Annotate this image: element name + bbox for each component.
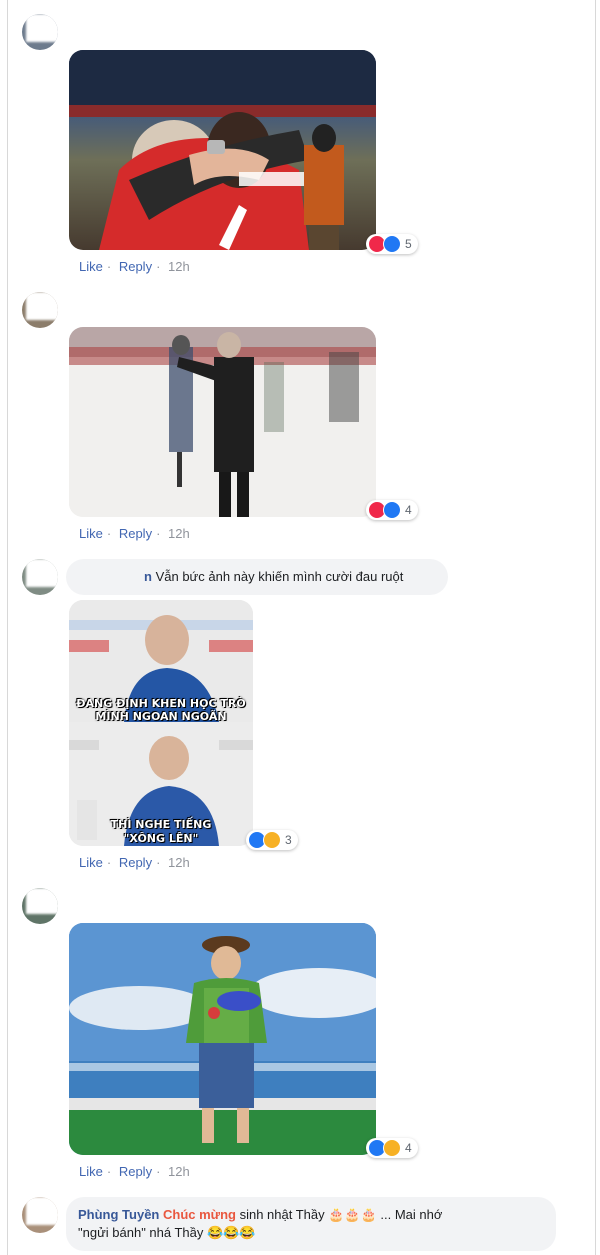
separator-dot: · — [156, 526, 161, 541]
haha-icon — [383, 1139, 401, 1157]
reaction-summary[interactable]: 5 — [366, 234, 418, 254]
avatar[interactable] — [22, 559, 58, 595]
separator-dot: · — [106, 259, 112, 274]
meme-illustration — [69, 600, 253, 846]
frame-border-right — [595, 0, 596, 1255]
separator-dot: · — [156, 1164, 161, 1179]
reaction-summary[interactable]: 3 — [246, 830, 298, 850]
photo-snow-illustration — [69, 327, 376, 517]
avatar[interactable] — [22, 292, 58, 328]
like-icon — [383, 235, 401, 253]
comment-actions: Like · Reply · 12h — [79, 1164, 194, 1179]
avatar[interactable] — [22, 14, 58, 50]
reaction-summary[interactable]: 4 — [366, 500, 418, 520]
separator-dot: · — [106, 855, 112, 870]
comment-photo[interactable] — [69, 327, 376, 517]
author-name[interactable]: n — [144, 569, 152, 584]
author-name-blurred — [78, 570, 144, 585]
comment-text-line-2: "ngửi bánh" nhá Thầy 😂😂😂 — [78, 1225, 256, 1240]
reply-link[interactable]: Reply — [119, 1164, 152, 1179]
comment-meme-photo[interactable]: ĐANG ĐỊNH KHEN HỌC TRÒ MÌNH NGOAN NGOÃN … — [69, 600, 253, 846]
author-name[interactable]: Phùng Tuyền — [78, 1207, 159, 1222]
comment-photo[interactable] — [69, 50, 376, 250]
comment-photo[interactable] — [69, 923, 376, 1155]
comment-timestamp[interactable]: 12h — [168, 1164, 190, 1179]
separator-dot: · — [106, 1164, 112, 1179]
reaction-count: 4 — [405, 1141, 412, 1155]
meme-caption-top: ĐANG ĐỊNH KHEN HỌC TRÒ MÌNH NGOAN NGOÃN — [76, 697, 246, 723]
comment-actions: Like · Reply · 12h — [79, 855, 194, 870]
comment-text-line-1: sinh nhật Thầy 🎂🎂🎂 ... Mai nhớ — [235, 1207, 443, 1222]
like-link[interactable]: Like — [79, 855, 103, 870]
meme-caption-bottom-2: "XÔNG LÊN" — [123, 832, 199, 845]
comment-text: Vẫn bức ảnh này khiến mình cười đau ruột — [155, 569, 404, 584]
comment-bubble: Phùng Tuyền Chúc mừng sinh nhật Thầy 🎂🎂🎂… — [66, 1197, 556, 1251]
reply-link[interactable]: Reply — [119, 259, 152, 274]
reaction-count: 5 — [405, 237, 412, 251]
comment-bubble: n Vẫn bức ảnh này khiến mình cười đau ru… — [66, 559, 448, 595]
like-link[interactable]: Like — [79, 526, 103, 541]
reply-link[interactable]: Reply — [119, 855, 152, 870]
meme-caption-bottom-1: THÌ NGHE TIẾNG — [110, 818, 212, 831]
comment-timestamp[interactable]: 12h — [168, 526, 190, 541]
reaction-summary[interactable]: 4 — [366, 1138, 418, 1158]
reaction-count: 4 — [405, 503, 412, 517]
like-link[interactable]: Like — [79, 259, 103, 274]
separator-dot: · — [106, 526, 112, 541]
reaction-count: 3 — [285, 833, 292, 847]
separator-dot: · — [156, 855, 161, 870]
comment-actions: Like · Reply · 12h — [79, 526, 194, 541]
separator-dot: · — [156, 259, 161, 274]
photo-stadium-illustration — [69, 923, 376, 1155]
photo-hug-illustration — [69, 50, 376, 250]
comment-timestamp[interactable]: 12h — [168, 259, 190, 274]
avatar[interactable] — [22, 1197, 58, 1233]
avatar[interactable] — [22, 888, 58, 924]
frame-border-left — [7, 0, 8, 1255]
comment-actions: Like · Reply · 12h — [79, 259, 194, 274]
reply-link[interactable]: Reply — [119, 526, 152, 541]
comment-timestamp[interactable]: 12h — [168, 855, 190, 870]
like-icon — [383, 501, 401, 519]
highlighted-text: Chúc mừng — [163, 1207, 236, 1222]
like-link[interactable]: Like — [79, 1164, 103, 1179]
haha-icon — [263, 831, 281, 849]
